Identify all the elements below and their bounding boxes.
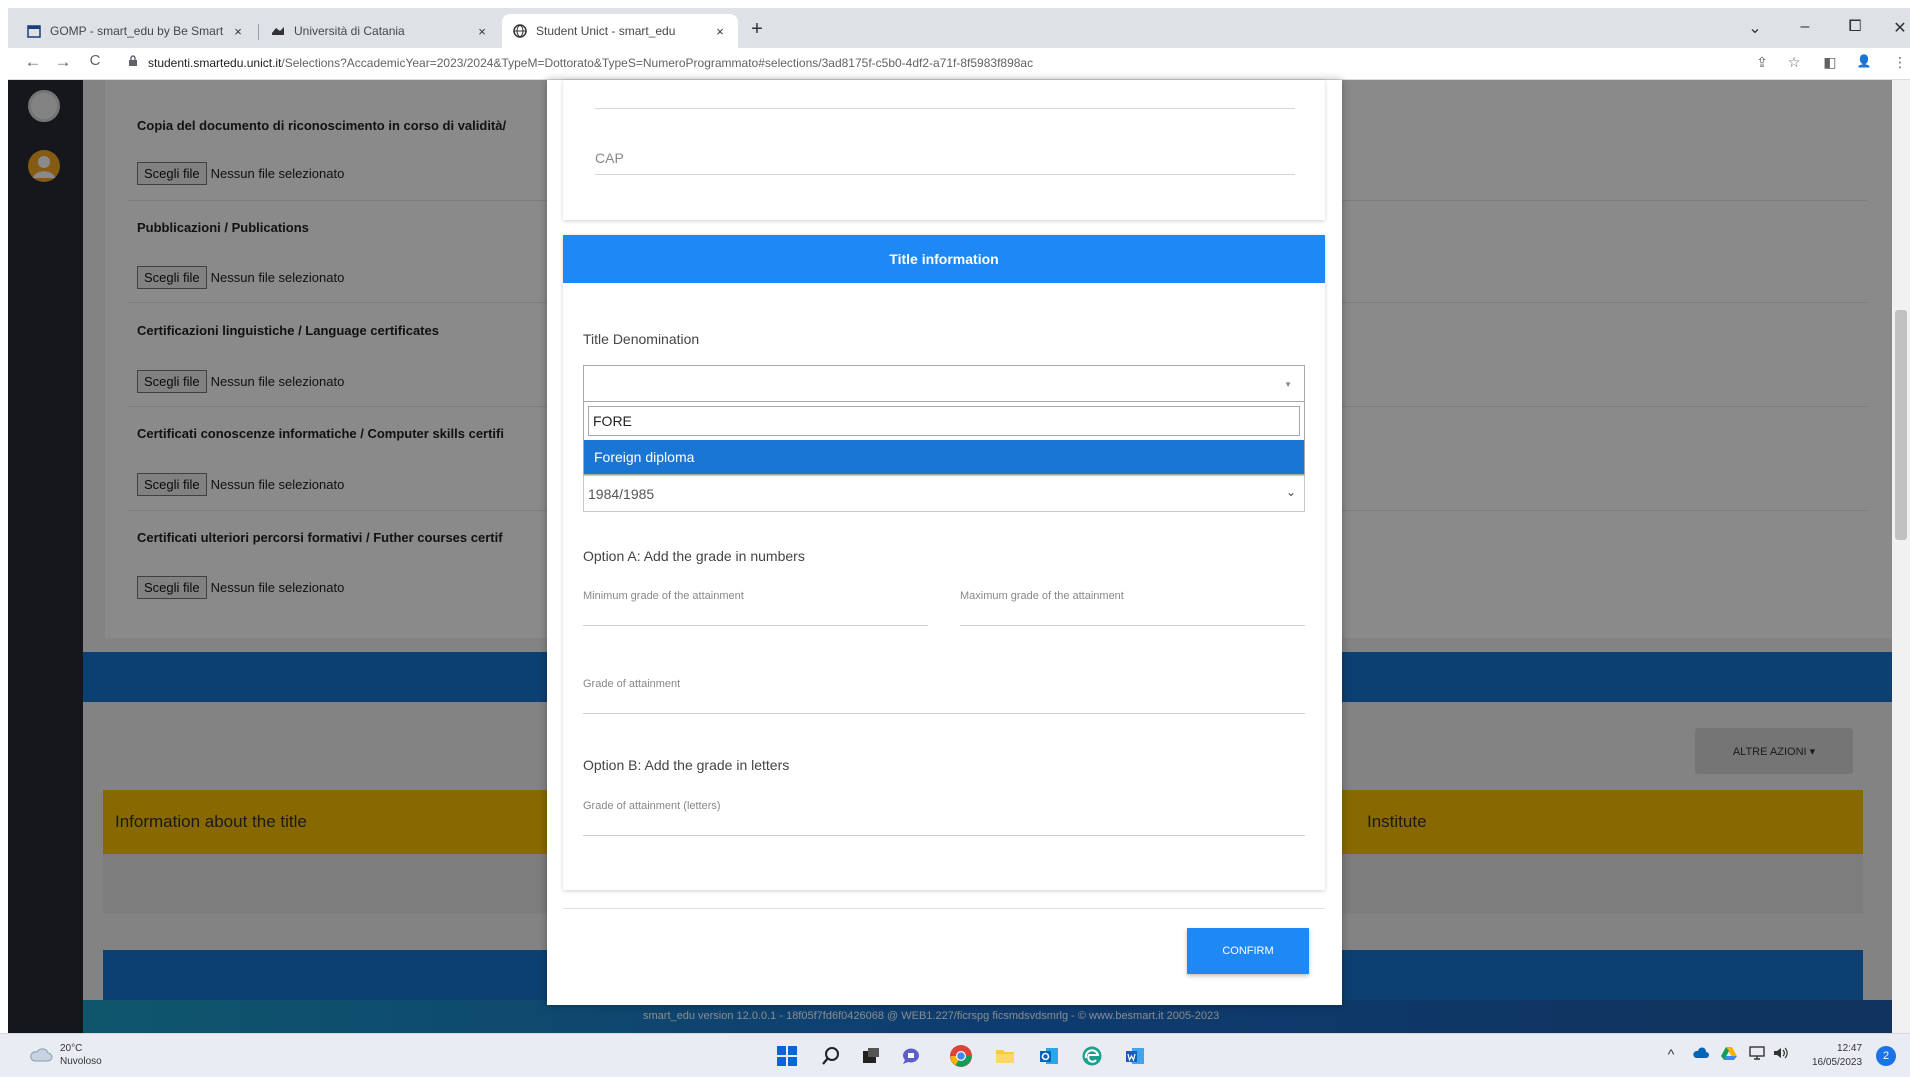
chrome-icon[interactable] bbox=[947, 1042, 975, 1070]
dropdown-option-foreign-diploma[interactable]: Foreign diploma bbox=[584, 440, 1304, 474]
system-clock[interactable]: 12:47 16/05/2023 bbox=[1812, 1042, 1862, 1070]
split-view-icon[interactable]: ◧ bbox=[1820, 54, 1840, 71]
min-grade-label: Minimum grade of the attainment bbox=[583, 590, 744, 602]
tab-title: Università di Catania bbox=[294, 24, 405, 38]
section-title: Title information bbox=[563, 235, 1325, 283]
title-denomination-label: Title Denomination bbox=[583, 331, 700, 347]
star-icon[interactable]: ☆ bbox=[1784, 54, 1804, 71]
university-logo-icon bbox=[270, 23, 286, 39]
weather-temp: 20°C bbox=[60, 1043, 83, 1054]
url-field[interactable]: studenti.smartedu.unict.it/Selections?Ac… bbox=[148, 56, 1033, 70]
dropdown-arrow-icon: ▼ bbox=[1284, 380, 1292, 389]
onedrive-icon[interactable] bbox=[1690, 1046, 1712, 1062]
tab-close-icon[interactable]: × bbox=[230, 24, 246, 39]
grade-input[interactable] bbox=[583, 713, 1305, 714]
cloud-icon bbox=[30, 1048, 53, 1062]
option-b-label: Option B: Add the grade in letters bbox=[583, 757, 790, 773]
search-icon[interactable] bbox=[817, 1042, 845, 1070]
chevron-up-icon[interactable]: ^ bbox=[1660, 1046, 1682, 1062]
field-underline bbox=[595, 174, 1295, 175]
title-information-card: Title information Title Denomination ▼ F… bbox=[563, 235, 1325, 890]
title-denomination-select[interactable]: ▼ bbox=[583, 365, 1305, 402]
weather-widget[interactable]: 20°C Nuvoloso bbox=[28, 1042, 102, 1068]
volume-icon[interactable] bbox=[1770, 1046, 1792, 1063]
browser-tab-bar: GOMP - smart_edu by Be Smart × Universit… bbox=[8, 8, 1910, 48]
max-grade-input[interactable] bbox=[960, 625, 1305, 626]
title-denomination-dropdown: Foreign diploma bbox=[583, 402, 1305, 475]
windows-taskbar: 20°C Nuvoloso ^ 12:47 16/05/2023 2 bbox=[0, 1033, 1910, 1077]
weather-desc: Nuvoloso bbox=[60, 1056, 102, 1067]
scrollbar-thumb[interactable] bbox=[1895, 310, 1907, 540]
tab-gomp[interactable]: GOMP - smart_edu by Be Smart × bbox=[16, 14, 256, 48]
tab-title: GOMP - smart_edu by Be Smart bbox=[50, 24, 224, 38]
modal-divider bbox=[563, 908, 1325, 909]
back-arrow-icon[interactable]: ← bbox=[22, 52, 44, 72]
calendar-icon bbox=[26, 23, 42, 39]
notification-badge[interactable]: 2 bbox=[1876, 1046, 1896, 1066]
restore-icon[interactable]: ⧠ bbox=[1843, 18, 1867, 36]
close-window-icon[interactable]: ✕ bbox=[1888, 18, 1910, 38]
forward-arrow-icon[interactable]: → bbox=[52, 52, 74, 72]
chat-icon[interactable] bbox=[897, 1042, 925, 1070]
outlook-icon[interactable] bbox=[1035, 1042, 1063, 1070]
menu-icon[interactable]: ⋮ bbox=[1890, 54, 1910, 71]
address-card: CAP bbox=[563, 80, 1325, 220]
tab-unict[interactable]: Università di Catania × bbox=[260, 14, 500, 48]
max-grade-label: Maximum grade of the attainment bbox=[960, 590, 1124, 602]
task-view-icon[interactable] bbox=[857, 1042, 885, 1070]
profile-icon[interactable]: 👤 bbox=[1854, 54, 1874, 68]
url-path: /Selections?AccademicYear=2023/2024&Type… bbox=[281, 56, 1034, 70]
grade-letters-input[interactable] bbox=[583, 835, 1305, 836]
windows-start-icon[interactable] bbox=[773, 1042, 801, 1070]
file-explorer-icon[interactable] bbox=[991, 1042, 1019, 1070]
title-modal: CAP Title information Title Denomination… bbox=[547, 80, 1342, 1005]
field-underline bbox=[595, 108, 1295, 109]
page-scrollbar[interactable] bbox=[1892, 80, 1910, 1033]
tab-title: Student Unict - smart_edu bbox=[536, 24, 676, 38]
tab-close-icon[interactable]: × bbox=[712, 24, 728, 39]
grade-label: Grade of attainment bbox=[583, 678, 681, 690]
reload-icon[interactable]: C bbox=[84, 52, 106, 69]
min-grade-input[interactable] bbox=[583, 625, 928, 626]
word-icon[interactable] bbox=[1121, 1042, 1149, 1070]
dropdown-search-input[interactable] bbox=[588, 406, 1300, 436]
clock-time: 12:47 bbox=[1837, 1043, 1863, 1054]
grade-letters-label: Grade of attainment (letters) bbox=[583, 800, 721, 812]
chevron-down-icon: ⌄ bbox=[1285, 485, 1296, 499]
academic-year-select[interactable]: 1984/1985 ⌄ bbox=[583, 475, 1305, 512]
confirm-button[interactable]: CONFIRM bbox=[1187, 928, 1309, 974]
share-icon[interactable]: ⇪ bbox=[1752, 54, 1772, 71]
globe-icon bbox=[512, 23, 528, 39]
new-tab-button[interactable]: + bbox=[743, 18, 771, 41]
tab-separator bbox=[258, 24, 259, 40]
academic-year-value: 1984/1985 bbox=[588, 486, 655, 502]
minimize-icon[interactable]: – bbox=[1793, 18, 1817, 36]
edge-icon[interactable] bbox=[1078, 1042, 1106, 1070]
display-icon[interactable] bbox=[1746, 1046, 1768, 1063]
url-host: studenti.smartedu.unict.it bbox=[148, 56, 282, 70]
tab-close-icon[interactable]: × bbox=[474, 24, 490, 39]
cap-field[interactable]: CAP bbox=[595, 150, 624, 166]
google-drive-icon[interactable] bbox=[1718, 1046, 1740, 1063]
option-a-label: Option A: Add the grade in numbers bbox=[583, 548, 805, 564]
address-bar: ← → C studenti.smartedu.unict.it/Selecti… bbox=[8, 48, 1910, 80]
tab-search-icon[interactable]: ⌄ bbox=[1743, 18, 1767, 38]
tab-student-unict[interactable]: Student Unict - smart_edu × bbox=[502, 14, 738, 48]
lock-icon bbox=[129, 55, 137, 66]
clock-date: 16/05/2023 bbox=[1812, 1057, 1863, 1068]
